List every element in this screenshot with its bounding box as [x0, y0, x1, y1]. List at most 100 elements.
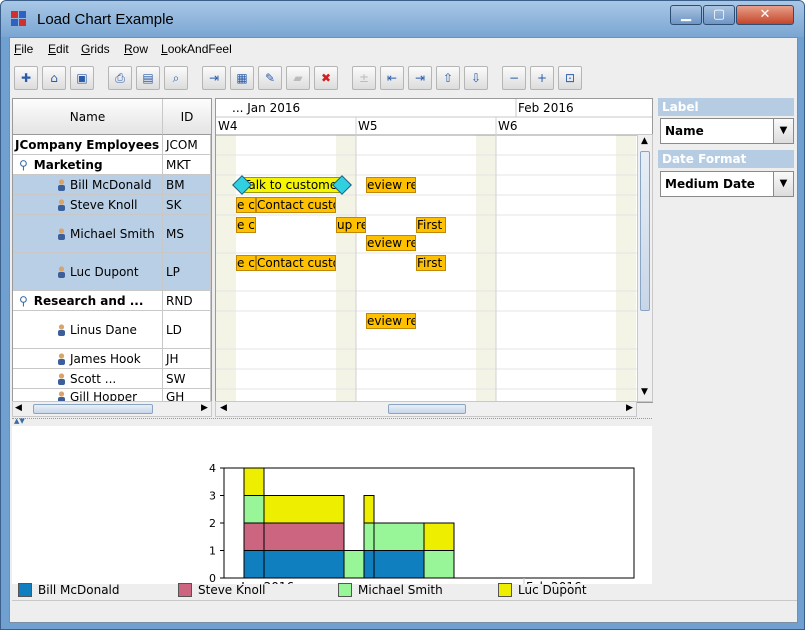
save-button[interactable]: ▣	[70, 66, 94, 90]
column-header-id[interactable]: ID	[163, 99, 211, 135]
activity-label: e custo	[237, 256, 255, 270]
scroll-left-arrow-icon[interactable]: ◀	[15, 403, 22, 413]
new-button[interactable]: ✚	[14, 66, 38, 90]
scroll-right-arrow-icon[interactable]: ▶	[201, 403, 208, 413]
scroll-down-arrow-icon[interactable]: ▼	[641, 387, 648, 397]
gantt-scroll-thumb[interactable]	[388, 404, 466, 414]
gantt-scroll-right-icon[interactable]: ▶	[626, 403, 633, 413]
legend-item: Bill McDonald	[18, 583, 120, 597]
table-row-id[interactable]: JCOM	[163, 135, 211, 155]
gantt-vscroll-thumb[interactable]	[640, 151, 650, 311]
close-window-button[interactable]: ✕	[736, 5, 794, 25]
menu-edit[interactable]: Edit	[48, 42, 69, 56]
table-row-id[interactable]: BM	[163, 175, 211, 195]
table-row-name[interactable]: Linus Dane	[13, 311, 163, 349]
menu-row[interactable]: Row	[124, 42, 148, 56]
activity-bar[interactable]: up requirer	[336, 217, 366, 233]
load-segment-bm	[263, 550, 345, 579]
activity-bar[interactable]: First Draft	[416, 217, 446, 233]
zoom-fit-button[interactable]: ⊡	[558, 66, 582, 90]
label-combo[interactable]: Name ▼	[660, 118, 794, 144]
table-row-id[interactable]: JH	[163, 349, 211, 369]
column-header-name[interactable]: Name	[13, 99, 163, 135]
table-row-id[interactable]: SW	[163, 369, 211, 389]
indent-button[interactable]: ⇥	[408, 66, 432, 90]
activity-bar[interactable]: e custo	[236, 255, 256, 271]
load-segment-lp	[423, 522, 455, 551]
activity-label: First Draft	[417, 218, 445, 232]
row-id-text: JCOM	[166, 138, 198, 152]
table-row-id[interactable]: LP	[163, 253, 211, 291]
add-child-button[interactable]: ±	[352, 66, 376, 90]
gantt-scroll-left-icon[interactable]: ◀	[220, 403, 227, 413]
title-bar[interactable]: Load Chart Example ▁ ▢ ✕	[1, 1, 804, 37]
table-row-name[interactable]: Bill McDonald	[13, 175, 163, 195]
menu-label: dit	[56, 42, 69, 56]
chevron-down-icon[interactable]: ▼	[773, 172, 793, 196]
delete-button[interactable]: ✖	[314, 66, 338, 90]
activity-bar[interactable]: Talk to customers	[242, 177, 342, 193]
insert-row-button[interactable]: ⇥	[202, 66, 226, 90]
print-preview-button[interactable]: ⌕	[164, 66, 188, 90]
menu-lookandfeel[interactable]: LookAndFeel	[161, 42, 232, 56]
activity-bar[interactable]: First Draft	[416, 255, 446, 271]
activity-bar[interactable]: e custo	[236, 197, 256, 213]
menu-mnemonic: R	[124, 42, 133, 56]
horizontal-splitter[interactable]: ▲▼	[12, 417, 652, 425]
gantt-vertical-scrollbar[interactable]: ▲ ▼	[637, 134, 653, 402]
row-name-text: James Hook	[70, 352, 141, 366]
activity-label: e custo	[237, 218, 255, 232]
activity-label: eview requiremen	[367, 314, 415, 328]
activity-bar[interactable]: Contact customers	[256, 197, 336, 213]
move-up-button[interactable]: ⇧	[436, 66, 460, 90]
table-row-name[interactable]: Steve Knoll	[13, 195, 163, 215]
zoom-out-button[interactable]: −	[502, 66, 526, 90]
table-row-id[interactable]: SK	[163, 195, 211, 215]
delete-icon: ✖	[320, 71, 332, 85]
menu-file[interactable]: File	[14, 42, 33, 56]
table-row-name[interactable]: ⚲ Marketing	[13, 155, 163, 175]
scroll-up-arrow-icon[interactable]: ▲	[641, 136, 648, 146]
tree-node-icon[interactable]: ⚲	[19, 294, 28, 308]
timeline-month-label: ... Jan 2016	[232, 101, 301, 115]
menu-grids[interactable]: Grids	[81, 42, 110, 56]
delete-row-button[interactable]: ▦	[230, 66, 254, 90]
table-row-name[interactable]: Scott ...	[13, 369, 163, 389]
move-down-button[interactable]: ⇩	[464, 66, 488, 90]
gantt-horizontal-scrollbar[interactable]: ◀ ▶	[215, 401, 637, 417]
table-row-name[interactable]: Michael Smith	[13, 215, 163, 253]
activity-bar[interactable]: eview requiremen	[366, 235, 416, 251]
load-segment-ms	[343, 550, 365, 579]
tree-node-icon[interactable]: ⚲	[19, 158, 28, 172]
zoom-in-button[interactable]: +	[530, 66, 554, 90]
activity-bar[interactable]: e custo	[236, 217, 256, 233]
print-button[interactable]: ⎙	[108, 66, 132, 90]
date-format-combo[interactable]: Medium Date ▼	[660, 171, 794, 197]
activity-bar[interactable]: Contact customers	[256, 255, 336, 271]
table-row-name[interactable]: ⚲ Research and ...	[13, 291, 163, 311]
minimize-button[interactable]: ▁	[670, 5, 702, 25]
paste-button[interactable]: ▰	[286, 66, 310, 90]
table-row-id[interactable]: MS	[163, 215, 211, 253]
table-row-name[interactable]: James Hook	[13, 349, 163, 369]
row-name-text: Linus Dane	[70, 323, 137, 337]
print-setup-button[interactable]: ▤	[136, 66, 160, 90]
outdent-button[interactable]: ⇤	[380, 66, 404, 90]
table-row-name[interactable]: Luc Dupont	[13, 253, 163, 291]
app-window: Load Chart Example ▁ ▢ ✕ File Edit Grids Ro…	[0, 0, 805, 630]
table-row-id[interactable]: RND	[163, 291, 211, 311]
splitter-arrows-icon[interactable]: ▲▼	[14, 417, 25, 425]
activity-bar[interactable]: eview requiremen	[366, 177, 416, 193]
maximize-button[interactable]: ▢	[703, 5, 735, 25]
table-row-id[interactable]: LD	[163, 311, 211, 349]
table-row-name[interactable]: JCompany Employees	[13, 135, 163, 155]
edit-row-button[interactable]: ✎	[258, 66, 282, 90]
open-button[interactable]: ⌂	[42, 66, 66, 90]
paste-icon: ▰	[293, 71, 303, 85]
table-scroll-thumb[interactable]	[33, 404, 153, 414]
activity-bar[interactable]: eview requiremen	[366, 313, 416, 329]
table-row-id[interactable]: MKT	[163, 155, 211, 175]
gantt-chart[interactable]: ... Jan 2016 Feb 2016 W4 W5 W6 Talk to custom…	[215, 98, 653, 403]
table-horizontal-scrollbar[interactable]: ◀ ▶	[12, 401, 212, 417]
chevron-down-icon[interactable]: ▼	[773, 119, 793, 143]
